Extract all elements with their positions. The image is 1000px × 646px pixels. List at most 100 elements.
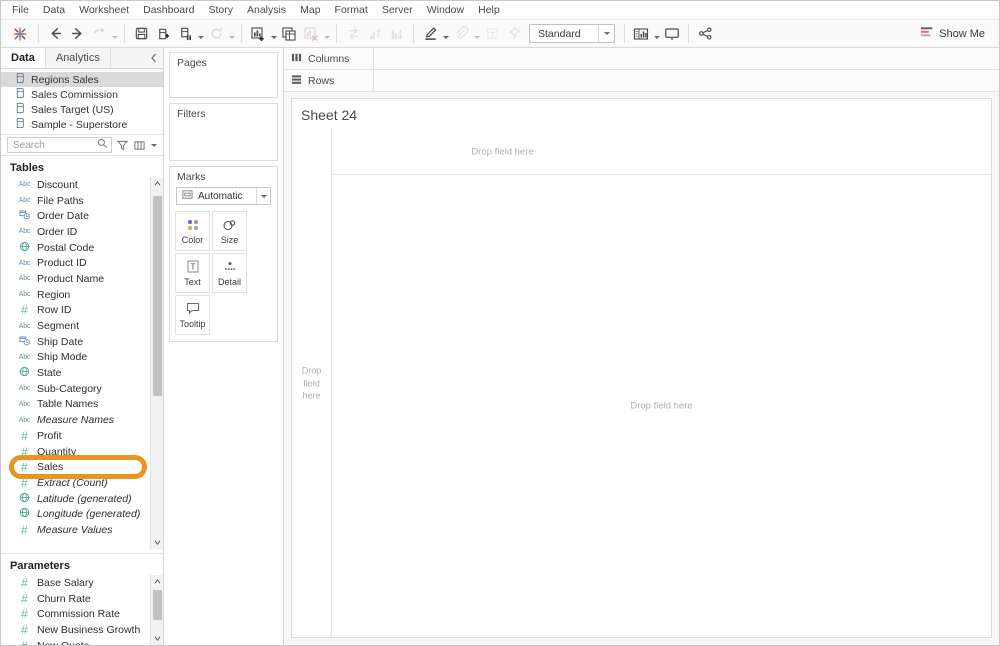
menu-item-help[interactable]: Help — [471, 3, 507, 17]
new-data-source-button[interactable] — [152, 23, 174, 45]
pause-updates-dropdown-caret-icon[interactable] — [196, 23, 205, 45]
menu-item-data[interactable]: Data — [36, 3, 72, 17]
highlight-button[interactable] — [419, 23, 441, 45]
highlight-dropdown-caret-icon[interactable] — [441, 23, 450, 45]
field-item[interactable]: # New Quota — [1, 638, 149, 645]
menu-item-story[interactable]: Story — [201, 3, 240, 17]
field-item[interactable]: Abc Ship Mode — [1, 350, 149, 366]
params-scroll-down-button[interactable] — [150, 632, 163, 645]
columns-icon[interactable] — [132, 137, 146, 153]
field-item[interactable]: Abc Region — [1, 287, 149, 303]
chevron-down-icon[interactable] — [256, 188, 270, 204]
collapse-pane-button[interactable] — [145, 48, 163, 68]
rows-shelf-dropzone[interactable] — [374, 70, 999, 91]
field-item[interactable]: Abc Product ID — [1, 255, 149, 271]
params-scroll-up-button[interactable] — [150, 575, 163, 588]
field-item[interactable]: Abc Product Name — [1, 271, 149, 287]
menu-item-server[interactable]: Server — [375, 3, 420, 17]
field-item[interactable]: Postal Code — [1, 240, 149, 256]
filters-card[interactable]: Filters — [169, 103, 278, 161]
field-item[interactable]: # Base Salary — [1, 575, 149, 591]
duplicate-sheet-button[interactable] — [278, 23, 300, 45]
field-item[interactable]: Abc Segment — [1, 318, 149, 334]
save-button[interactable] — [130, 23, 152, 45]
field-item[interactable]: Order Date — [1, 208, 149, 224]
undo-redo-button[interactable] — [88, 23, 110, 45]
field-item[interactable]: Abc File Paths — [1, 193, 149, 209]
group-members-button[interactable] — [450, 23, 472, 45]
data-source-item[interactable]: Regions Sales — [1, 72, 163, 87]
marks-tooltip-button[interactable]: Tooltip — [175, 295, 210, 335]
clear-dropdown-caret-icon[interactable] — [322, 23, 331, 45]
swap-rows-columns-button[interactable] — [342, 23, 364, 45]
undo-dropdown-caret-icon[interactable] — [110, 23, 119, 45]
tables-scroll-track[interactable] — [151, 190, 164, 536]
menu-item-worksheet[interactable]: Worksheet — [72, 3, 136, 17]
field-item[interactable]: Longitude (generated) — [1, 506, 149, 522]
show-me-button[interactable]: Show Me — [916, 24, 993, 44]
row-header-area[interactable]: Drop field here — [292, 129, 332, 637]
field-item[interactable]: # Extract (Count) — [1, 475, 149, 491]
search-input[interactable]: Search — [7, 137, 112, 153]
fit-selector[interactable]: Standard — [529, 24, 615, 43]
field-item[interactable]: Abc Table Names — [1, 397, 149, 413]
field-item[interactable]: Abc Discount — [1, 177, 149, 193]
data-source-item[interactable]: Sample - Superstore — [1, 117, 163, 132]
pause-auto-updates-button[interactable] — [174, 23, 196, 45]
show-mark-labels-button[interactable]: T — [481, 23, 503, 45]
pages-card[interactable]: Pages — [169, 52, 278, 98]
marks-size-button[interactable]: Size — [212, 211, 247, 251]
field-item[interactable]: # Churn Rate — [1, 591, 149, 607]
field-item[interactable]: Abc Measure Names — [1, 412, 149, 428]
mark-type-selector[interactable]: Automatic — [176, 187, 271, 205]
new-worksheet-button[interactable] — [247, 23, 269, 45]
fix-axes-button[interactable] — [503, 23, 525, 45]
marks-color-button[interactable]: Color — [175, 211, 210, 251]
params-scroll-thumb[interactable] — [152, 590, 162, 620]
menu-item-window[interactable]: Window — [420, 3, 471, 17]
data-source-item[interactable]: Sales Commission — [1, 87, 163, 102]
forward-button[interactable] — [66, 23, 88, 45]
field-item[interactable]: # Commission Rate — [1, 606, 149, 622]
field-item[interactable]: # Quantity — [1, 444, 149, 460]
scroll-down-button[interactable] — [150, 536, 163, 549]
field-item[interactable]: # Row ID — [1, 303, 149, 319]
tables-scroll-thumb[interactable] — [152, 196, 162, 396]
presentation-mode-button[interactable] — [661, 23, 683, 45]
cards-dropdown-caret-icon[interactable] — [652, 23, 661, 45]
field-item[interactable]: # Measure Values — [1, 522, 149, 538]
scroll-up-button[interactable] — [150, 177, 163, 190]
data-source-item[interactable]: Sales Target (US) — [1, 102, 163, 117]
field-item[interactable]: Latitude (generated) — [1, 491, 149, 507]
field-item-sales[interactable]: # Sales — [1, 459, 149, 475]
sort-descending-button[interactable] — [386, 23, 408, 45]
refresh-dropdown-caret-icon[interactable] — [227, 23, 236, 45]
column-header-area[interactable]: Drop field here — [332, 129, 991, 175]
marks-detail-button[interactable]: Detail — [212, 253, 247, 293]
sort-ascending-button[interactable] — [364, 23, 386, 45]
field-item[interactable]: State — [1, 365, 149, 381]
clear-sheet-button[interactable] — [300, 23, 322, 45]
menu-item-map[interactable]: Map — [293, 3, 327, 17]
chevron-down-icon[interactable] — [598, 25, 614, 42]
columns-shelf-dropzone[interactable] — [374, 48, 999, 69]
field-item[interactable]: # New Business Growth — [1, 622, 149, 638]
parameters-scrollbar[interactable] — [150, 575, 163, 645]
show-hide-cards-button[interactable] — [630, 23, 652, 45]
group-dropdown-caret-icon[interactable] — [472, 23, 481, 45]
tables-scrollbar[interactable] — [150, 177, 163, 549]
field-item[interactable]: Abc Sub-Category — [1, 381, 149, 397]
tab-data[interactable]: Data — [1, 48, 46, 68]
menu-item-file[interactable]: File — [5, 3, 36, 17]
field-item[interactable]: Abc Order ID — [1, 224, 149, 240]
refresh-button[interactable] — [205, 23, 227, 45]
tab-analytics[interactable]: Analytics — [46, 48, 111, 68]
funnel-icon[interactable] — [115, 137, 129, 153]
menu-item-dashboard[interactable]: Dashboard — [136, 3, 201, 17]
chevron-down-icon[interactable] — [149, 144, 158, 147]
params-scroll-track[interactable] — [151, 588, 164, 632]
menu-item-format[interactable]: Format — [328, 3, 375, 17]
share-button[interactable] — [694, 23, 716, 45]
viz-canvas[interactable]: Drop field here — [332, 175, 991, 637]
field-item[interactable]: # Profit — [1, 428, 149, 444]
